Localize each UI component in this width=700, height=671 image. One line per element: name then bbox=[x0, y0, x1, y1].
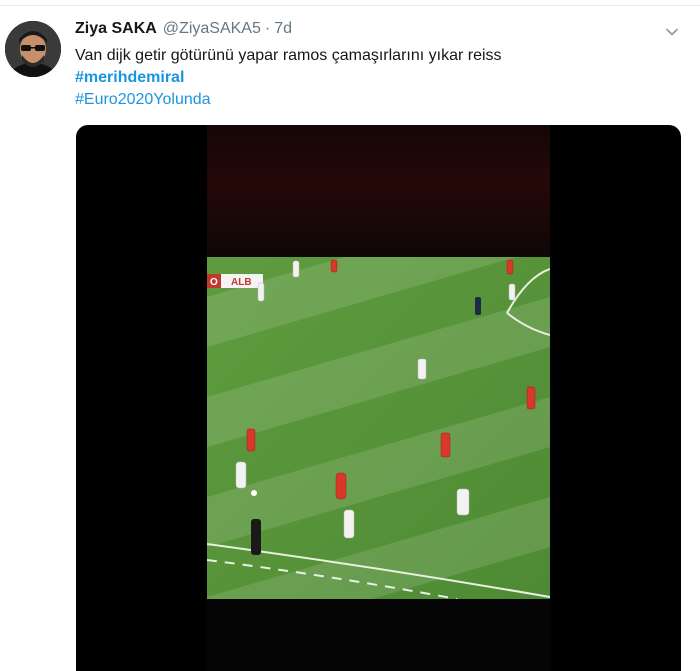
scoreboard-home: O bbox=[210, 277, 218, 288]
user-handle[interactable]: @ZiyaSAKA5 bbox=[163, 20, 261, 38]
tweet-text: Van dijk getir götürünü yapar ramos çama… bbox=[75, 45, 675, 111]
chevron-down-icon bbox=[666, 28, 678, 36]
football-pitch-image: O ALB bbox=[207, 257, 550, 599]
timeline-divider bbox=[0, 0, 700, 6]
display-name[interactable]: Ziya SAKA bbox=[75, 20, 157, 38]
timestamp[interactable]: 7d bbox=[274, 20, 292, 38]
tweet-header: Ziya SAKA @ZiyaSAKA5 · 7d bbox=[75, 20, 292, 42]
avatar-image bbox=[5, 21, 61, 77]
video-bottom-band bbox=[207, 599, 550, 671]
scoreboard: O ALB bbox=[207, 274, 263, 288]
separator-dot: · bbox=[264, 20, 271, 37]
video-player[interactable]: O ALB bbox=[76, 125, 681, 671]
video-frame: O ALB bbox=[207, 257, 550, 599]
hashtag-link[interactable]: #merihdemiral bbox=[75, 67, 675, 89]
video-top-band bbox=[207, 125, 550, 257]
avatar[interactable] bbox=[5, 21, 61, 77]
scoreboard-away: ALB bbox=[231, 277, 252, 288]
tweet[interactable]: Ziya SAKA @ZiyaSAKA5 · 7d Van dijk getir… bbox=[0, 0, 700, 671]
tweet-body: Van dijk getir götürünü yapar ramos çama… bbox=[75, 47, 502, 64]
tweet-menu-button[interactable] bbox=[662, 22, 682, 42]
hashtag-link[interactable]: #Euro2020Yolunda bbox=[75, 89, 675, 111]
